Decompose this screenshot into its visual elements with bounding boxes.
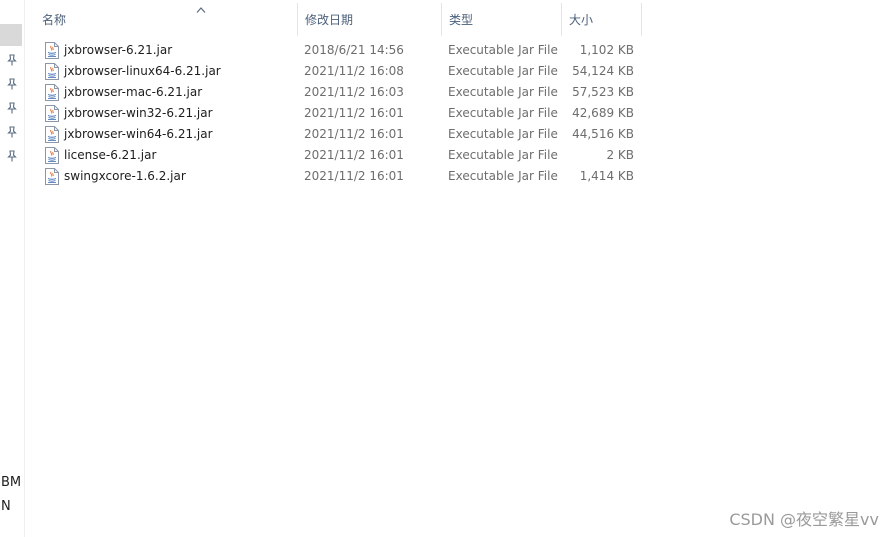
file-size: 54,124 KB bbox=[572, 64, 634, 78]
pin-icon[interactable] bbox=[6, 150, 18, 162]
file-modified-date: 2021/11/2 16:03 bbox=[304, 85, 404, 99]
file-type: Executable Jar File bbox=[448, 43, 558, 57]
file-modified-date: 2021/11/2 16:01 bbox=[304, 148, 404, 162]
file-modified-date: 2018/6/21 14:56 bbox=[304, 43, 404, 57]
java-jar-file-icon bbox=[45, 168, 59, 185]
java-jar-file-icon bbox=[45, 105, 59, 122]
sort-ascending-icon bbox=[196, 7, 206, 13]
file-modified-date: 2021/11/2 16:01 bbox=[304, 169, 404, 183]
file-row[interactable]: jxbrowser-linux64-6.21.jar 2021/11/2 16:… bbox=[40, 61, 640, 82]
column-header-name-label: 名称 bbox=[42, 13, 67, 27]
watermark: CSDN @夜空繁星vv bbox=[729, 510, 879, 529]
file-row[interactable]: jxbrowser-win32-6.21.jar 2021/11/2 16:01… bbox=[40, 103, 640, 124]
column-header-type-label: 类型 bbox=[449, 13, 474, 27]
java-jar-file-icon bbox=[45, 147, 59, 164]
file-type: Executable Jar File bbox=[448, 169, 558, 183]
column-header-date[interactable]: 修改日期 bbox=[298, 3, 442, 36]
column-header-size[interactable]: 大小 bbox=[562, 3, 642, 36]
file-list: jxbrowser-6.21.jar 2018/6/21 14:56 Execu… bbox=[40, 40, 640, 187]
file-type: Executable Jar File bbox=[448, 127, 558, 141]
file-size: 2 KB bbox=[606, 148, 634, 162]
file-modified-date: 2021/11/2 16:01 bbox=[304, 127, 404, 141]
file-name: jxbrowser-6.21.jar bbox=[64, 43, 173, 57]
file-name: jxbrowser-linux64-6.21.jar bbox=[64, 64, 221, 78]
column-header-row: 名称 修改日期 类型 大小 bbox=[35, 3, 642, 37]
file-row[interactable]: jxbrowser-6.21.jar 2018/6/21 14:56 Execu… bbox=[40, 40, 640, 61]
navigation-pane: BM N bbox=[0, 0, 25, 537]
file-type: Executable Jar File bbox=[448, 106, 558, 120]
file-modified-date: 2021/11/2 16:01 bbox=[304, 106, 404, 120]
file-size: 42,689 KB bbox=[572, 106, 634, 120]
java-jar-file-icon bbox=[45, 84, 59, 101]
file-row[interactable]: license-6.21.jar 2021/11/2 16:01 Executa… bbox=[40, 145, 640, 166]
file-name: swingxcore-1.6.2.jar bbox=[64, 169, 186, 183]
nav-selected-item[interactable] bbox=[0, 24, 22, 46]
file-explorer-window: BM N 名称 修改日期 类型 大小 jxbrowser-6.21.jar 20… bbox=[0, 0, 893, 537]
file-row[interactable]: jxbrowser-mac-6.21.jar 2021/11/2 16:03 E… bbox=[40, 82, 640, 103]
file-name: jxbrowser-win32-6.21.jar bbox=[64, 106, 213, 120]
java-jar-file-icon bbox=[45, 42, 59, 59]
file-size: 57,523 KB bbox=[572, 85, 634, 99]
file-modified-date: 2021/11/2 16:08 bbox=[304, 64, 404, 78]
column-header-type[interactable]: 类型 bbox=[442, 3, 562, 36]
file-name: jxbrowser-mac-6.21.jar bbox=[64, 85, 203, 99]
file-name: license-6.21.jar bbox=[64, 148, 157, 162]
java-jar-file-icon bbox=[45, 126, 59, 143]
file-size: 44,516 KB bbox=[572, 127, 634, 141]
column-header-name[interactable]: 名称 bbox=[35, 3, 298, 36]
file-size: 1,102 KB bbox=[579, 43, 634, 57]
pin-icon[interactable] bbox=[6, 78, 18, 90]
column-header-size-label: 大小 bbox=[569, 13, 594, 27]
nav-item-fragment[interactable]: BM bbox=[1, 475, 21, 490]
java-jar-file-icon bbox=[45, 63, 59, 80]
file-type: Executable Jar File bbox=[448, 148, 558, 162]
pin-icon[interactable] bbox=[6, 54, 18, 66]
file-name: jxbrowser-win64-6.21.jar bbox=[64, 127, 213, 141]
file-row[interactable]: jxbrowser-win64-6.21.jar 2021/11/2 16:01… bbox=[40, 124, 640, 145]
pin-icon[interactable] bbox=[6, 102, 18, 114]
file-type: Executable Jar File bbox=[448, 85, 558, 99]
pin-icon[interactable] bbox=[6, 126, 18, 138]
column-header-date-label: 修改日期 bbox=[305, 13, 354, 27]
file-row[interactable]: swingxcore-1.6.2.jar 2021/11/2 16:01 Exe… bbox=[40, 166, 640, 187]
file-size: 1,414 KB bbox=[579, 169, 634, 183]
file-type: Executable Jar File bbox=[448, 64, 558, 78]
nav-item-fragment[interactable]: N bbox=[1, 499, 11, 514]
